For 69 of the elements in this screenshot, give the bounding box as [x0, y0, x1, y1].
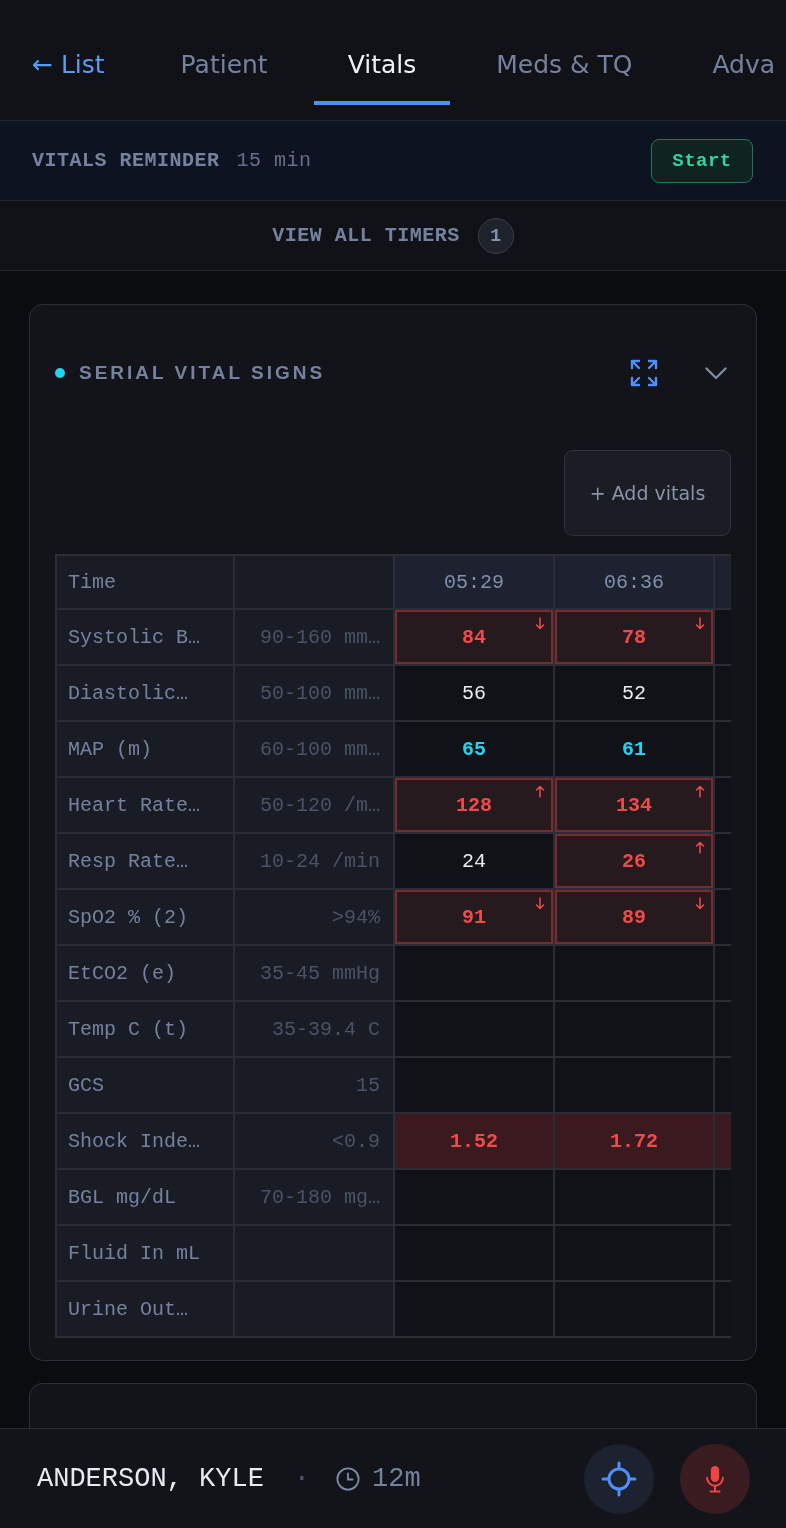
arrow-down-icon: [695, 617, 705, 630]
time-header: 05:29: [395, 556, 553, 608]
add-vitals-button[interactable]: + Add vitals: [564, 450, 731, 536]
row-label: Fluid In mL: [57, 1226, 233, 1280]
vital-value: 89: [622, 905, 646, 929]
vital-value: 56: [462, 681, 486, 705]
reminder-interval: 15 min: [236, 149, 312, 172]
arrow-down-icon: [695, 897, 705, 910]
card-title: SERIAL VITAL SIGNS: [79, 362, 326, 384]
row-label: SpO2 % (2): [57, 890, 233, 944]
vital-value: 1.52: [450, 1129, 498, 1153]
arrow-up-icon: [695, 841, 705, 854]
view-all-timers-button[interactable]: VIEW ALL TIMERS 1: [272, 217, 514, 254]
column-header: Time: [57, 556, 233, 608]
back-link[interactable]: ← List: [32, 0, 105, 105]
vital-value: 65: [462, 737, 486, 761]
chevron-down-icon: [705, 366, 727, 380]
reference-range: 70-180 mg…: [235, 1170, 393, 1224]
reference-range: 60-100 mm…: [235, 722, 393, 776]
tab[interactable]: Meds & TQ: [462, 0, 667, 105]
arrow-up-icon: [535, 785, 545, 798]
timer-count-badge: 1: [477, 217, 514, 254]
reference-range: 15: [235, 1058, 393, 1112]
expand-icon: [630, 359, 658, 387]
reference-range: 50-100 mm…: [235, 666, 393, 720]
patient-name: ANDERSON, KYLE: [37, 1463, 264, 1494]
time-header: 06:36: [555, 556, 713, 608]
vital-value: 134: [616, 793, 652, 817]
arrow-up-icon: [695, 785, 705, 798]
vital-value: 26: [622, 849, 646, 873]
row-label: Temp C (t): [57, 1002, 233, 1056]
row-label: Heart Rate…: [57, 778, 233, 832]
vital-value: 1.72: [610, 1129, 658, 1153]
reminder-label: VITALS REMINDER: [32, 149, 220, 172]
row-label: MAP (m): [57, 722, 233, 776]
row-label: GCS: [57, 1058, 233, 1112]
vital-value: 91: [462, 905, 486, 929]
crosshair-icon: [601, 1460, 637, 1497]
clock-icon: [336, 1466, 361, 1491]
reference-range: <0.9: [235, 1114, 393, 1168]
reference-range: 50-120 /m…: [235, 778, 393, 832]
arrow-down-icon: [535, 617, 545, 630]
tab[interactable]: Patient: [146, 0, 302, 105]
separator: ·: [293, 1463, 311, 1494]
row-label: Urine Out…: [57, 1282, 233, 1336]
row-label: EtCO2 (e): [57, 946, 233, 1000]
vital-value: 84: [462, 625, 486, 649]
vital-value: 128: [456, 793, 492, 817]
row-label: BGL mg/dL: [57, 1170, 233, 1224]
row-label: Diastolic…: [57, 666, 233, 720]
vital-value: 52: [622, 681, 646, 705]
vital-value: 24: [462, 849, 486, 873]
row-label: Systolic B…: [57, 610, 233, 664]
reference-range: 90-160 mm…: [235, 610, 393, 664]
reference-range: >94%: [235, 890, 393, 944]
reference-range: 35-39.4 C: [235, 1002, 393, 1056]
status-dot-icon: [55, 368, 65, 378]
tab[interactable]: Adva: [678, 0, 776, 105]
vital-value: 78: [622, 625, 646, 649]
row-label: Resp Rate…: [57, 834, 233, 888]
elapsed-time: 12m: [372, 1463, 421, 1494]
row-label: Shock Inde…: [57, 1114, 233, 1168]
vital-value: 61: [622, 737, 646, 761]
reference-range: 10-24 /min: [235, 834, 393, 888]
tab[interactable]: Vitals: [313, 0, 451, 105]
reference-range: 35-45 mmHg: [235, 946, 393, 1000]
arrow-down-icon: [535, 897, 545, 910]
start-button[interactable]: Start: [651, 138, 753, 183]
microphone-icon: [705, 1463, 725, 1494]
